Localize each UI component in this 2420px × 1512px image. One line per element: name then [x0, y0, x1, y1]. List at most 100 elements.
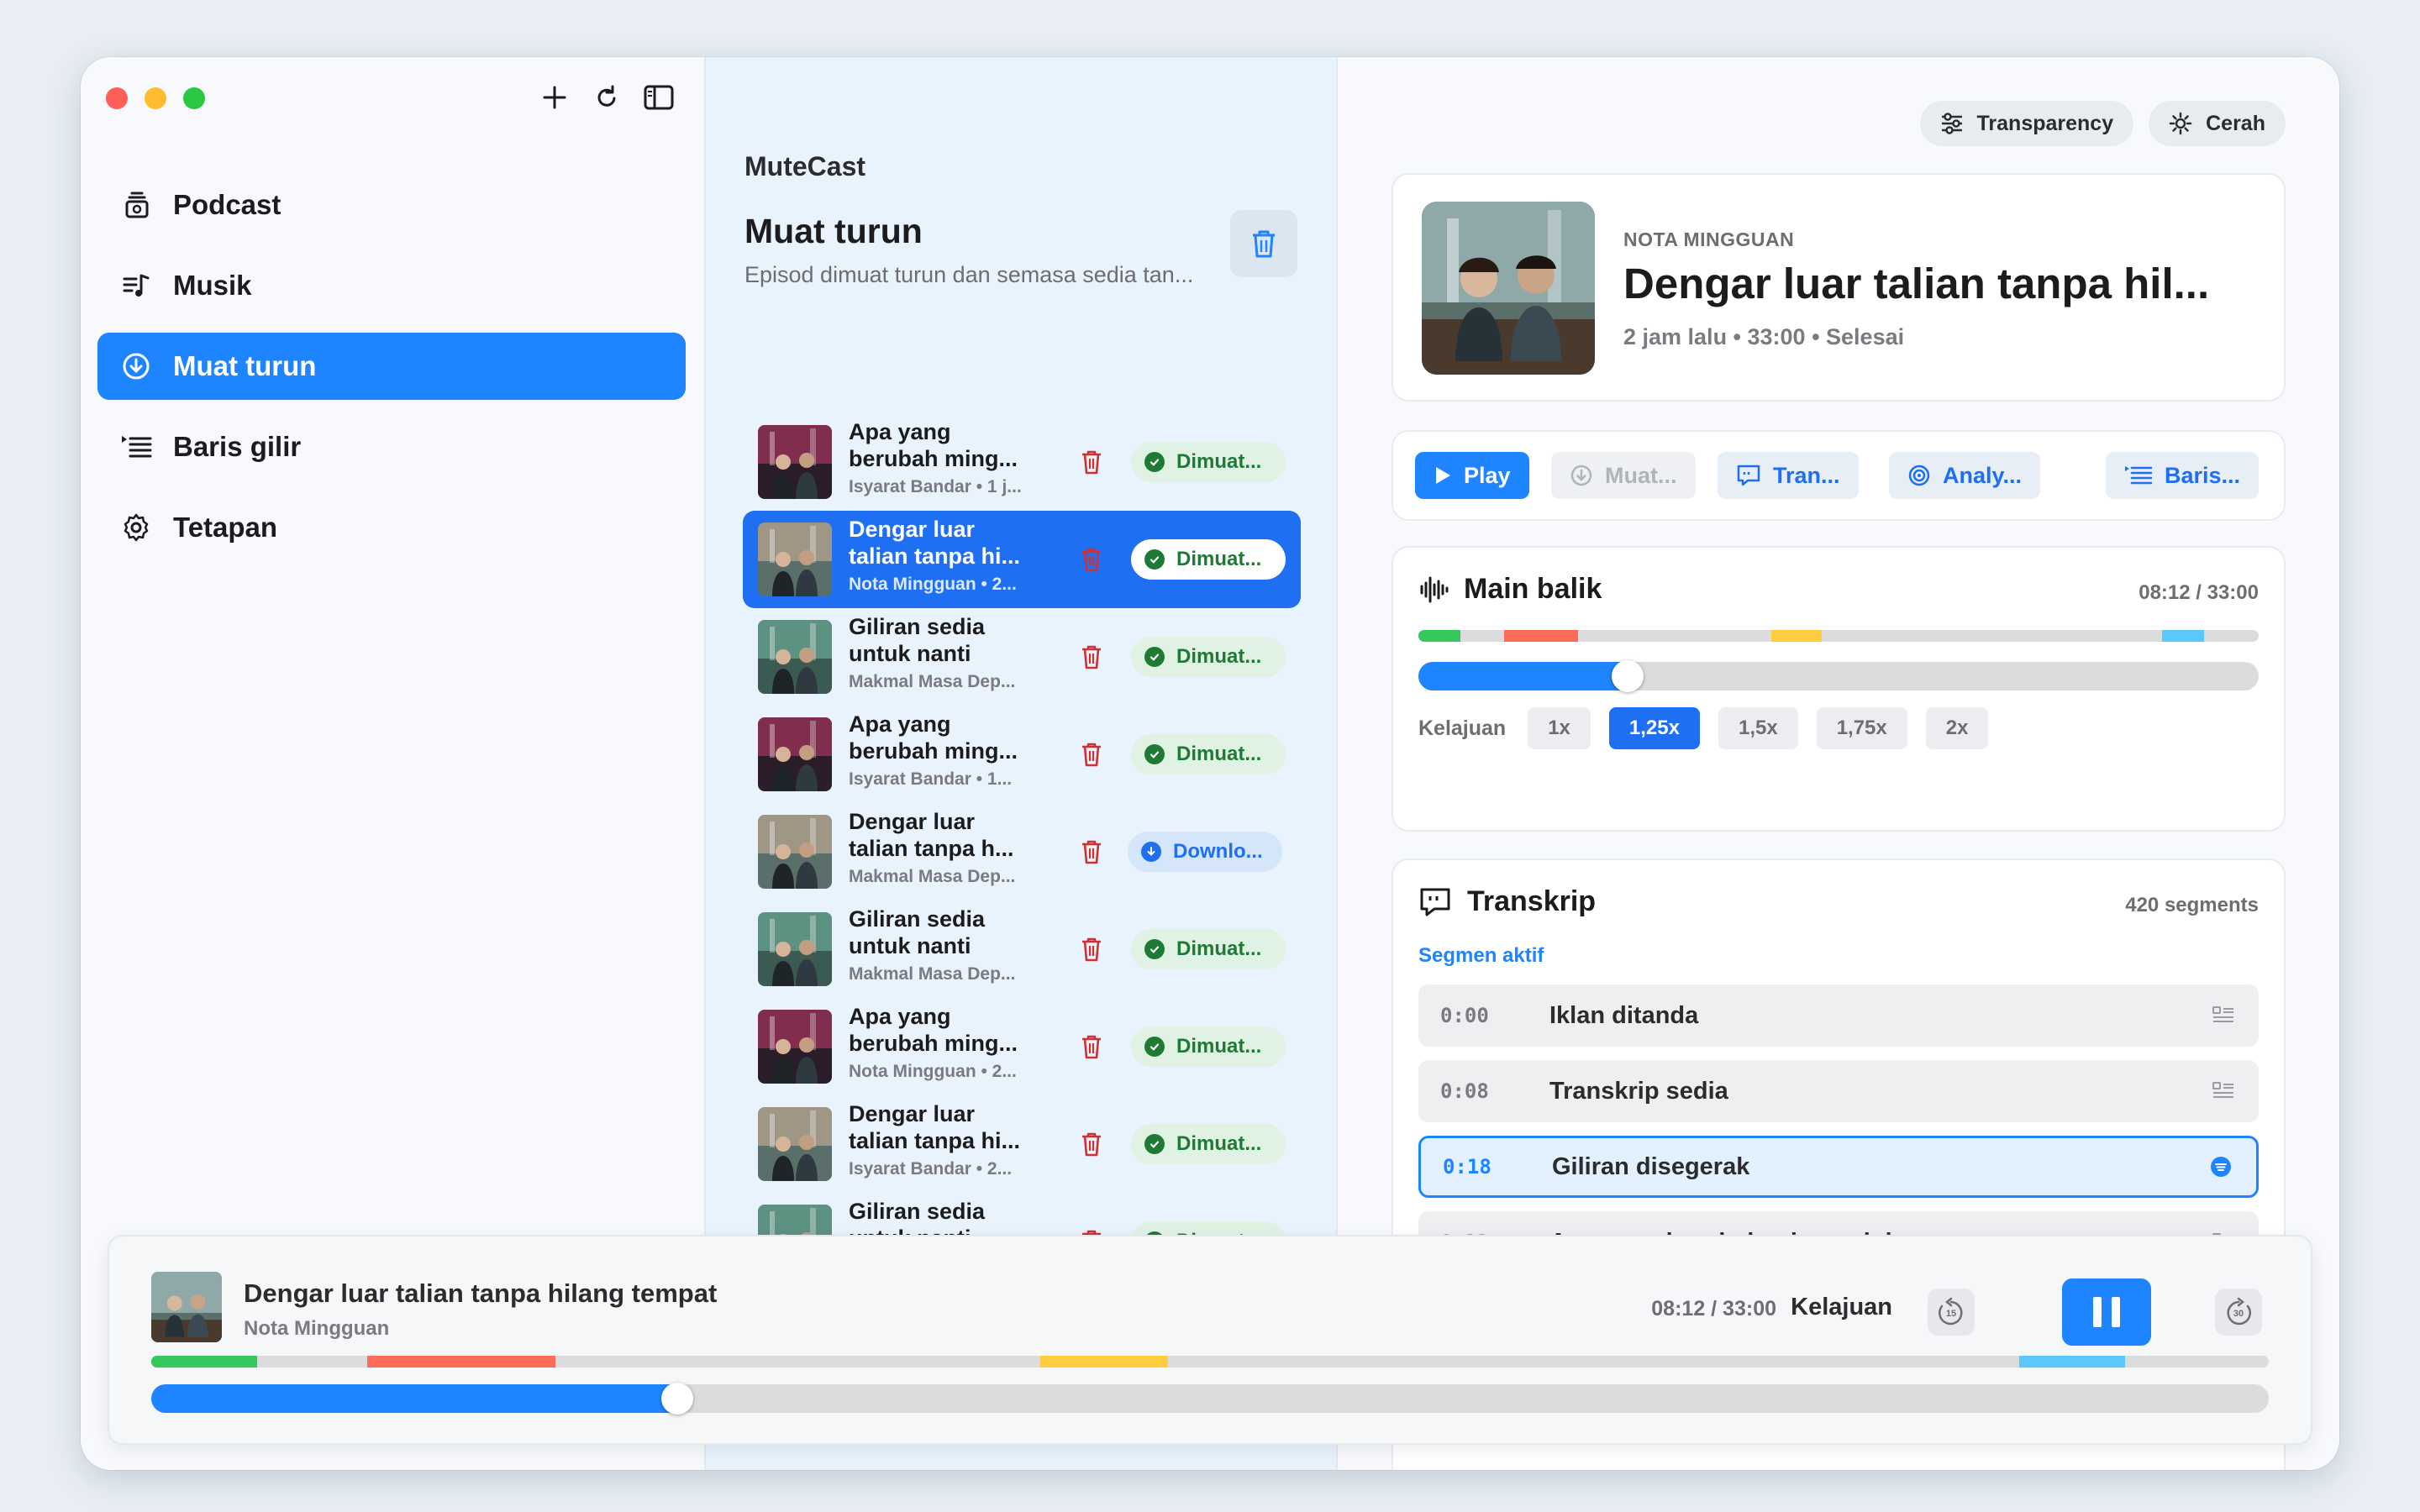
speed-option[interactable]: 1,25x [1608, 707, 1700, 749]
speed-option[interactable]: 1x [1528, 707, 1591, 749]
trash-icon [1082, 1035, 1101, 1059]
sidebar-toolbar [538, 81, 676, 114]
zoom-window-button[interactable] [183, 87, 205, 109]
sidebar-item-podcast[interactable]: Podcast [97, 171, 686, 239]
transcript-segment[interactable]: 0:00 Iklan ditanda [1418, 984, 2259, 1047]
segment-count: 420 segments [2125, 894, 2259, 916]
episode-row[interactable]: Giliran sedia untuk nanti Makmal Masa Dep.… [743, 608, 1301, 706]
podcast-icon [119, 188, 153, 222]
playback-time: 08:12 / 33:00 [2139, 581, 2259, 604]
delete-episode-button[interactable] [1077, 1129, 1106, 1159]
plus-icon[interactable] [538, 81, 571, 114]
speed-option[interactable]: 1,5x [1718, 707, 1798, 749]
checkmark-icon [1144, 549, 1165, 570]
sidebar-item-muat-turun[interactable]: Muat turun [97, 333, 686, 400]
episode-title-line: Dengar luar [849, 1101, 976, 1126]
play-icon [1436, 467, 1450, 484]
delete-episode-button[interactable] [1077, 447, 1106, 477]
episode-row[interactable]: Giliran sedia untuk nanti Makmal Masa Dep.… [743, 900, 1301, 998]
active-segment-icon[interactable] [2209, 1155, 2233, 1179]
sidebar-item-baris-gilir[interactable]: Baris gilir [97, 413, 686, 480]
sidebar-item-tetapan[interactable]: Tetapan [97, 494, 686, 561]
playback-progress[interactable] [1418, 660, 2259, 692]
progress-knob[interactable] [661, 1383, 694, 1415]
checkmark-icon [1144, 1037, 1165, 1057]
episode-row[interactable]: Dengar luar talian tanpa hi... Isyarat Ban… [743, 1095, 1301, 1193]
sidebar-item-musik[interactable]: Musik [97, 252, 686, 319]
skip-forward-30-button[interactable]: 30 [2215, 1289, 2262, 1336]
transcript-title: Transkrip [1467, 885, 1597, 917]
pause-icon [2093, 1297, 2102, 1327]
episode-title-line: berubah ming... [849, 738, 1018, 764]
chapter-marker[interactable] [1418, 630, 1460, 642]
download-progress-icon [1141, 842, 1161, 862]
delete-episode-button[interactable] [1077, 934, 1106, 964]
transcript-segment[interactable]: 0:08 Transkrip sedia [1418, 1060, 2259, 1122]
refresh-icon[interactable] [590, 81, 623, 114]
transcript-button[interactable]: Tran... [1718, 452, 1859, 499]
mini-player-speed-button[interactable]: Kelajuan [1791, 1294, 1892, 1321]
speed-option[interactable]: 1,75x [1816, 707, 1907, 749]
episode-title: Dengar luar talian tanpa hil... [1623, 260, 2210, 307]
delete-all-button[interactable] [1230, 210, 1297, 277]
delete-episode-button[interactable] [1077, 739, 1106, 769]
episode-title-line: berubah ming... [849, 446, 1018, 471]
episode-row[interactable]: Dengar luar talian tanpa hi... Nota Minggu… [743, 511, 1301, 608]
app-window: Podcast Musik Muat turun Baris gilir Tet… [81, 57, 2339, 1470]
play-button[interactable]: Play [1415, 452, 1529, 499]
episode-meta: Isyarat Bandar • 2... [849, 1159, 1013, 1179]
queue-button[interactable]: Baris... [2106, 452, 2260, 499]
episode-meta: Nota Mingguan • 2... [849, 1062, 1017, 1081]
skip-back-15-icon: 15 [1939, 1297, 1963, 1326]
progress-fill [151, 1384, 687, 1413]
episode-row[interactable]: Apa yang berubah ming... Isyarat Bandar • … [743, 706, 1301, 803]
episode-thumbnail [758, 717, 832, 791]
trash-icon [1082, 743, 1101, 767]
waveform-icon [1420, 576, 1449, 602]
minimize-window-button[interactable] [145, 87, 166, 109]
chapter-marker[interactable] [367, 1356, 556, 1368]
chapter-marker[interactable] [151, 1356, 257, 1368]
download-button[interactable]: Muat... [1551, 452, 1696, 499]
skip-back-15-button[interactable]: 15 [1928, 1289, 1975, 1336]
delete-episode-button[interactable] [1077, 837, 1106, 867]
delete-episode-button[interactable] [1077, 642, 1106, 672]
episode-status-badge: Dimuat... [1131, 1026, 1286, 1067]
chapter-marker[interactable] [1504, 630, 1578, 642]
episode-row[interactable]: Dengar luar talian tanpa h... Makmal Masa … [743, 803, 1301, 900]
segment-details-icon[interactable] [2212, 1004, 2235, 1027]
sidebar-toggle-icon[interactable] [642, 81, 676, 114]
chapter-marker[interactable] [1771, 630, 1822, 642]
episode-status-label: Dimuat... [1176, 743, 1262, 765]
speed-option[interactable]: 2x [1925, 707, 1989, 749]
mini-player-show: Nota Mingguan [244, 1317, 390, 1340]
episode-status-badge: Dimuat... [1131, 1124, 1286, 1164]
theme-button[interactable]: Cerah [2149, 101, 2286, 146]
episode-status-label: Dimuat... [1176, 645, 1262, 668]
checkmark-icon [1144, 939, 1165, 959]
pause-button[interactable] [2062, 1278, 2151, 1346]
delete-episode-button[interactable] [1077, 1032, 1106, 1062]
analyze-button[interactable]: Analy... [1889, 452, 2041, 499]
mini-player-progress[interactable] [151, 1383, 2269, 1415]
analyze-label: Analy... [1943, 462, 2023, 488]
sidebar-item-label: Muat turun [173, 350, 317, 381]
segment-details-icon[interactable] [2212, 1079, 2235, 1103]
segment-time: 0:18 [1443, 1155, 1491, 1179]
chapter-marker[interactable] [1040, 1356, 1168, 1368]
transcript-segment[interactable]: 0:18 Giliran disegerak [1418, 1136, 2259, 1198]
delete-episode-button[interactable] [1077, 544, 1106, 575]
episode-row[interactable]: Apa yang berubah ming... Nota Mingguan • 2… [743, 998, 1301, 1095]
checkmark-icon [1144, 647, 1165, 667]
app-name: MuteCast [744, 151, 866, 181]
episode-row[interactable]: Apa yang berubah ming... Isyarat Bandar • … [743, 413, 1301, 511]
transparency-button[interactable]: Transparency [1919, 101, 2134, 146]
chapter-marker[interactable] [2018, 1356, 2125, 1368]
trash-icon [1082, 450, 1101, 475]
close-window-button[interactable] [106, 87, 128, 109]
download-label: Muat... [1605, 462, 1677, 488]
progress-knob[interactable] [1611, 660, 1644, 692]
chapter-marker[interactable] [2162, 630, 2204, 642]
episode-status-badge: Dimuat... [1131, 734, 1286, 774]
active-segment-link[interactable]: Segmen aktif [1418, 944, 1544, 968]
